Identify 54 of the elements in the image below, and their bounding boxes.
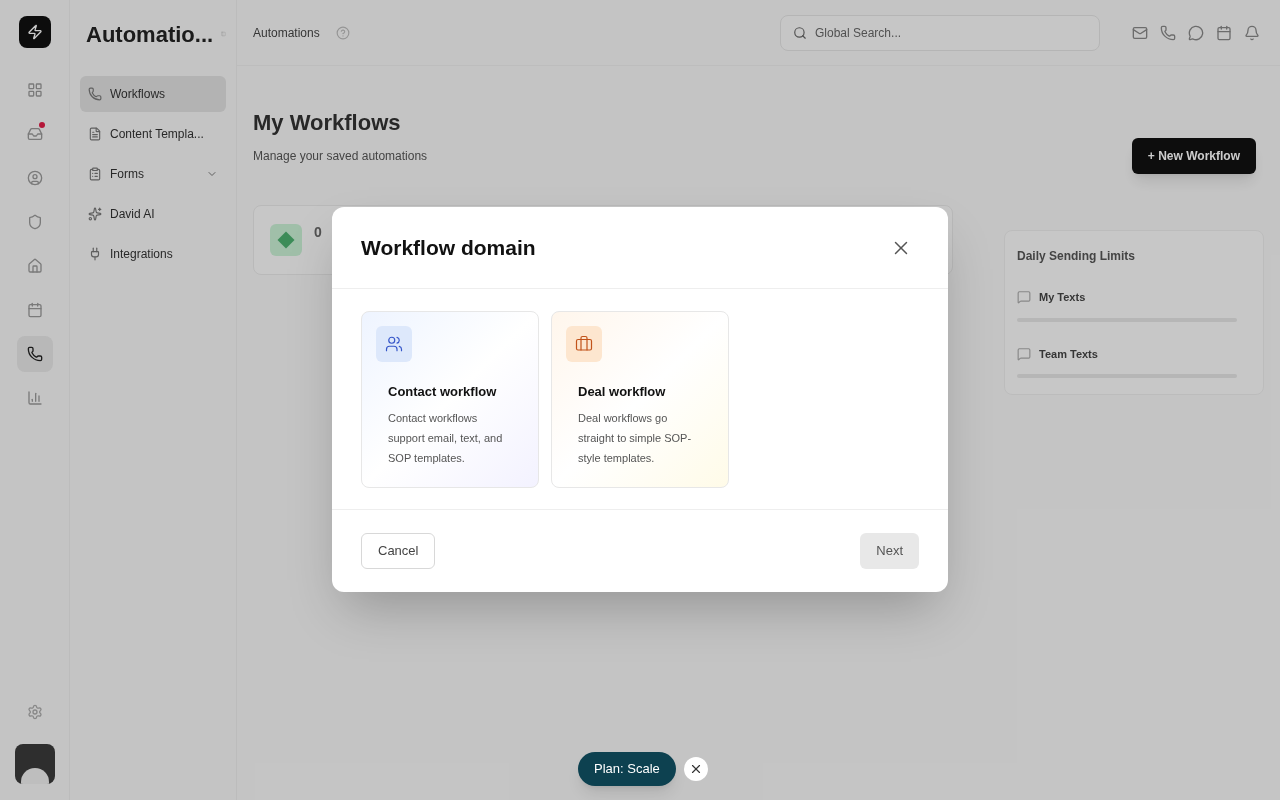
inbox-icon [26, 126, 43, 142]
limit-label: My Texts [1039, 290, 1086, 305]
briefcase-icon [566, 326, 602, 362]
shield-icon [26, 214, 43, 230]
sparkle-icon [88, 207, 102, 221]
phone-button[interactable] [16, 336, 53, 372]
search-field[interactable]: Global Search... [780, 14, 1100, 51]
sidebar-label: Workflows [110, 86, 167, 103]
avatar[interactable] [14, 744, 55, 784]
sidebar-label: David AI [110, 206, 156, 223]
bell-icon[interactable] [1244, 24, 1260, 41]
option-title: Deal workflow [578, 383, 667, 401]
calendar-icon [26, 302, 43, 318]
option-description: Contact workflows support email, text, and SOP templates. [388, 410, 504, 466]
page-title: My Workflows [253, 109, 402, 137]
phone-icon[interactable] [1160, 24, 1176, 41]
phone-icon [26, 346, 43, 362]
plug-icon [88, 247, 102, 261]
app-title: Automatio... [86, 20, 214, 49]
search-icon [793, 25, 807, 40]
option-title: Contact workflow [388, 383, 498, 401]
sidebar-label: Content Templa... [110, 126, 205, 143]
stat-icon [270, 224, 302, 256]
sidebar-item[interactable]: Workflows [80, 76, 226, 112]
message-icon [1017, 346, 1031, 361]
sidebar-label: Forms [110, 166, 145, 183]
user-icon [26, 170, 43, 186]
option-card[interactable]: Contact workflow Contact workflows support email, text, and SOP templates. [361, 311, 539, 488]
limits-title: Daily Sending Limits [1017, 248, 1137, 265]
limit-label: Team Texts [1039, 346, 1098, 362]
logo-icon[interactable] [18, 16, 51, 48]
grid-icon [26, 82, 43, 98]
settings-icon[interactable] [26, 704, 43, 720]
chat-icon[interactable] [1188, 24, 1204, 41]
cancel-button[interactable]: Cancel [361, 533, 436, 569]
calendar-icon[interactable] [1216, 24, 1232, 41]
home-icon [26, 258, 43, 274]
chart-icon [26, 390, 43, 406]
stat-value: 0 [314, 223, 322, 242]
page-subtitle: Manage your saved automations [253, 148, 429, 165]
sidebar-label: Integrations [110, 246, 174, 263]
new-workflow-button[interactable]: + New Workflow [1131, 138, 1256, 174]
option-description: Deal workflows go straight to simple SOP-style templates. [578, 410, 693, 466]
help-icon[interactable] [335, 25, 350, 40]
phone-icon [88, 87, 102, 101]
dialog-title: Workflow domain [361, 234, 536, 261]
option-card[interactable]: Deal workflow Deal workflows go straight to simple SOP-style templates. [551, 311, 729, 488]
breadcrumb[interactable]: Automations [253, 23, 320, 42]
people-icon [376, 326, 412, 362]
clipboard-icon [88, 167, 102, 181]
message-icon [1017, 290, 1031, 305]
plan-badge[interactable]: Plan: Scale [578, 752, 676, 786]
mail-icon[interactable] [1132, 24, 1148, 41]
document-icon [88, 127, 102, 141]
